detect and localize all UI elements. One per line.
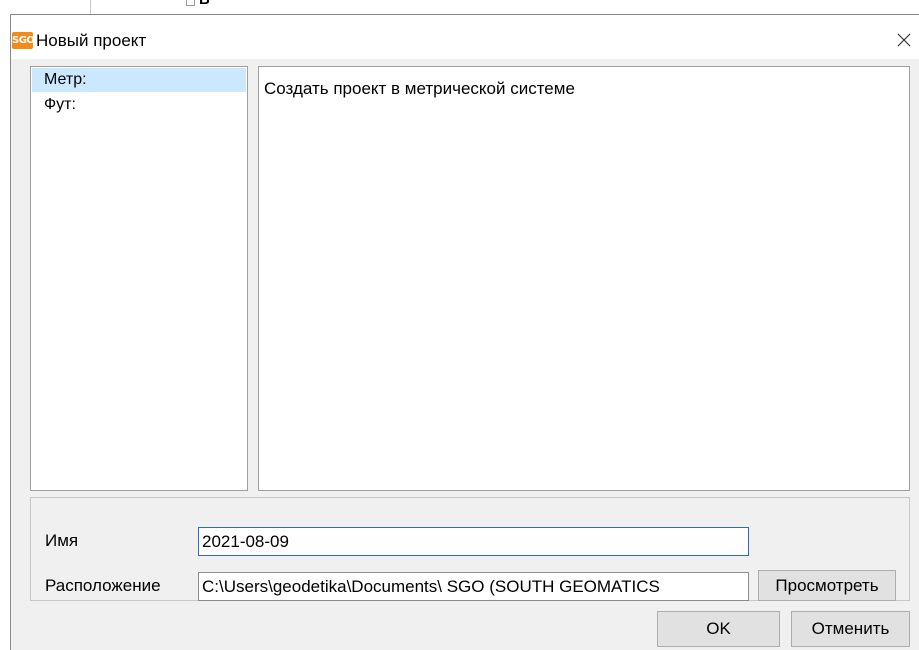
unit-list-item-foot[interactable]: Фут: — [32, 93, 246, 117]
close-icon — [897, 33, 911, 47]
document-icon — [186, 0, 195, 6]
description-panel: Создать проект в метрической системе — [258, 66, 910, 491]
title-bar[interactable]: SGO Новый проект — [11, 15, 919, 59]
name-label: Имя — [45, 531, 79, 550]
cancel-button[interactable]: Отменить — [791, 611, 910, 647]
background-divider — [90, 0, 91, 14]
sgo-app-icon: SGO — [12, 32, 35, 49]
dialog-title: Новый проект — [36, 31, 147, 50]
project-settings-group: Имя 2021-08-09 Расположение C:\Users\geo… — [30, 497, 910, 601]
unit-list-item-meter[interactable]: Метр: — [32, 68, 246, 92]
ok-button[interactable]: OK — [657, 611, 780, 647]
close-button[interactable] — [889, 25, 919, 55]
location-input[interactable]: C:\Users\geodetika\Documents\ SGO (SOUTH… — [198, 572, 749, 601]
description-text: Создать проект в метрической системе — [264, 79, 575, 98]
new-project-dialog: SGO Новый проект Метр: Фут: Создать прое… — [10, 14, 919, 650]
browse-button[interactable]: Просмотреть — [758, 570, 896, 601]
unit-list[interactable]: Метр: Фут: — [30, 66, 248, 491]
name-input[interactable]: 2021-08-09 — [198, 527, 749, 556]
background-tree-item-label: В — [199, 0, 210, 8]
background-tree-item: В — [186, 0, 216, 12]
location-label: Расположение — [45, 576, 161, 595]
